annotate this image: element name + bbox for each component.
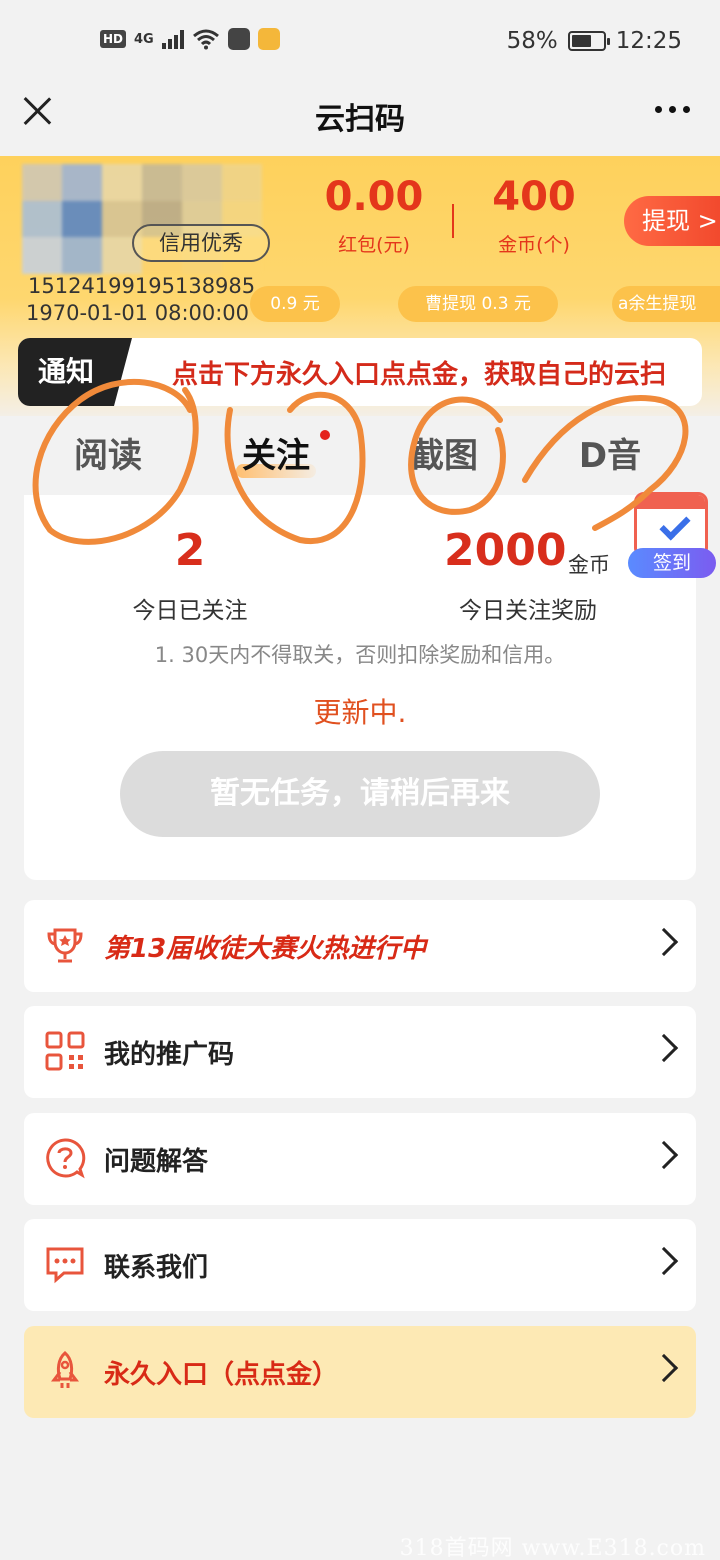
battery-icon [567, 31, 610, 51]
network-type: 4G [134, 31, 154, 47]
chevron-right-icon [649, 927, 679, 957]
signin-widget[interactable]: 签到 [622, 492, 720, 588]
red-packet-value: 0.00 [324, 174, 424, 220]
ticker-item: 曹提现 0.3 元 [398, 286, 558, 322]
withdraw-button[interactable]: 提现 > [624, 196, 720, 246]
wifi-icon [192, 29, 219, 50]
menu-label: 问题解答 [104, 1147, 209, 1177]
page-title: 云扫码 [315, 102, 405, 137]
no-task-button[interactable]: 暂无任务，请稍后再来 [120, 751, 600, 837]
followed-today-label: 今日已关注 [132, 598, 248, 624]
task-card: 2 今日已关注 2000 金币 今日关注奖励 1. 30天内不得取关，否则扣除奖… [24, 495, 696, 880]
battery-percent: 58% [506, 28, 558, 54]
ticker-item: a余生提现 [612, 286, 720, 322]
status-icons-left: HD 4G [100, 28, 280, 50]
notice-bar[interactable]: 通知 点击下方永久入口点点金，获取自己的云扫 [18, 338, 702, 406]
credit-badge: 信用优秀 [132, 224, 270, 262]
coins-value: 400 [492, 174, 576, 220]
tab-follow[interactable]: 关注 [224, 428, 328, 477]
clock: 12:25 [615, 28, 682, 54]
menu-permanent-entry[interactable]: 永久入口（点点金） [24, 1326, 696, 1418]
watermark: 318首码网 www.E318.com [399, 1536, 706, 1560]
new-badge-dot [320, 430, 330, 440]
menu-label: 我的推广码 [104, 1040, 235, 1070]
notice-tag: 通知 [18, 338, 132, 406]
user-id: 15124199195138985 [28, 274, 256, 298]
coins-label: 金币(个) [498, 234, 570, 256]
chevron-right-icon [649, 1353, 679, 1383]
chevron-right-icon [649, 1033, 679, 1063]
updating-status: 更新中. [313, 696, 407, 729]
chevron-right-icon [649, 1246, 679, 1276]
tab-douyin[interactable]: D音 [558, 428, 662, 477]
ticker-item: 0.9 元 [250, 286, 340, 322]
signal-icon [161, 29, 184, 49]
signin-label: 签到 [628, 548, 716, 578]
rocket-icon [51, 1351, 79, 1388]
reward-label: 今日关注奖励 [459, 598, 597, 624]
question-icon [46, 1138, 86, 1179]
trophy-icon [47, 928, 83, 963]
menu-contact[interactable]: 联系我们 [24, 1219, 696, 1311]
notice-text: 点击下方永久入口点点金，获取自己的云扫 [172, 360, 667, 390]
tab-read[interactable]: 阅读 [56, 428, 160, 477]
register-time: 1970-01-01 08:00:00 [26, 301, 250, 325]
status-icons-right: 58% 12:25 [507, 28, 682, 54]
menu-promo-code[interactable]: 我的推广码 [24, 1006, 696, 1098]
huawei-app-icon [227, 28, 250, 50]
reward-value: 2000 [444, 525, 567, 576]
more-options-icon[interactable] [655, 106, 690, 113]
menu-label: 永久入口（点点金） [104, 1360, 339, 1390]
menu-label: 联系我们 [104, 1253, 209, 1283]
rule-text: 1. 30天内不得取关，否则扣除奖励和信用。 [154, 643, 566, 667]
title-bar: 云扫码 [0, 86, 720, 156]
status-bar: HD 4G 58% 12:25 [0, 0, 720, 86]
chevron-right-icon [649, 1140, 679, 1170]
checkmark-icon [659, 509, 691, 541]
menu-recruit-contest[interactable]: 第13届收徒大赛火热进行中 [24, 900, 696, 992]
menu-faq[interactable]: 问题解答 [24, 1113, 696, 1205]
tab-screenshot[interactable]: 截图 [392, 428, 496, 477]
followed-today-count: 2 [174, 525, 206, 576]
menu-label: 第13届收徒大赛火热进行中 [104, 934, 427, 964]
reward-unit: 金币 [568, 553, 610, 577]
chat-icon [46, 1247, 84, 1284]
hd-indicator: HD [100, 30, 127, 48]
red-packet-label: 红包(元) [338, 234, 410, 256]
qr-code-icon [45, 1031, 85, 1071]
notification-app-icon [257, 28, 280, 50]
